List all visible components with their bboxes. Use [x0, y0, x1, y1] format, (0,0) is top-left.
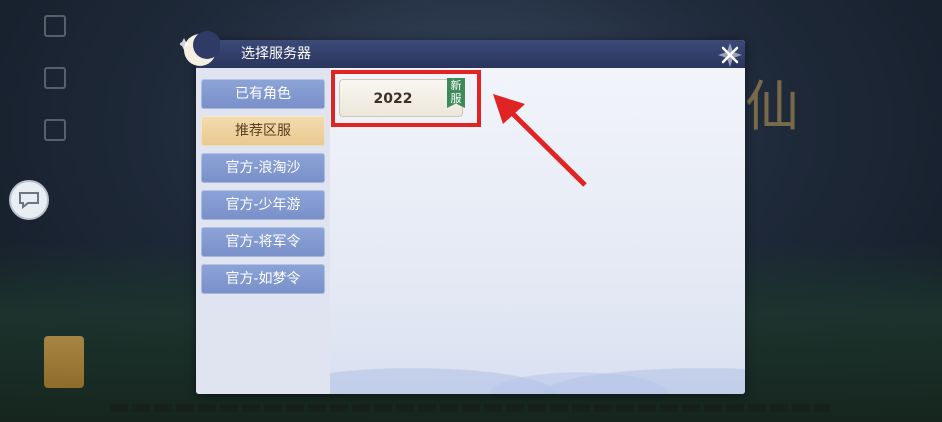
dialog-header: 选择服务器 [196, 40, 745, 68]
tab-label: 官方-如梦令 [225, 271, 301, 287]
highlight-box [331, 70, 481, 127]
close-button[interactable] [714, 40, 746, 70]
tab-label: 已有角色 [235, 86, 291, 102]
tab-recommended-servers[interactable]: 推荐区服 [201, 116, 325, 146]
event-card[interactable] [44, 336, 84, 388]
tab-existing-characters[interactable]: 已有角色 [201, 79, 325, 109]
dialog-title: 选择服务器 [241, 46, 311, 62]
rail-icon-1[interactable] [44, 15, 66, 37]
tab-langtaosha[interactable]: 官方-浪淘沙 [201, 153, 325, 183]
tab-label: 官方-少年游 [225, 197, 301, 213]
game-logo-art: 仙 [745, 75, 801, 138]
moon-icon [180, 31, 220, 66]
rail-icon-3[interactable] [44, 119, 66, 141]
tab-label: 官方-浪淘沙 [225, 160, 301, 176]
red-arrow-icon [493, 94, 587, 187]
chat-bubble-icon[interactable] [9, 180, 49, 220]
tab-label: 推荐区服 [235, 123, 291, 139]
server-group-sidebar: 已有角色 推荐区服 官方-浪淘沙 官方-少年游 官方-将军令 官方-如梦令 [196, 68, 330, 394]
decorative-waves [330, 334, 745, 394]
close-icon [718, 43, 742, 67]
tab-label: 官方-将军令 [225, 234, 301, 250]
left-rail [40, 15, 70, 171]
tab-rumengling[interactable]: 官方-如梦令 [201, 264, 325, 294]
tab-shaonianyou[interactable]: 官方-少年游 [201, 190, 325, 220]
tab-jiangjunling[interactable]: 官方-将军令 [201, 227, 325, 257]
rail-icon-2[interactable] [44, 67, 66, 89]
footer-text [110, 404, 830, 412]
